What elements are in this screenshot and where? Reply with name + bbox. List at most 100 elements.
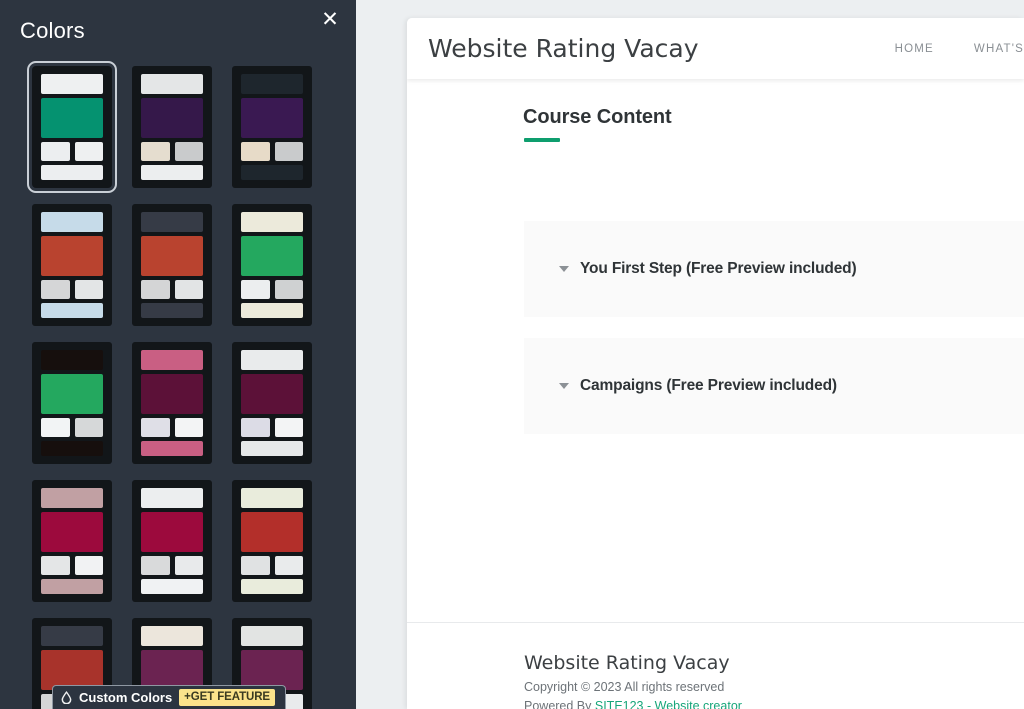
palette-swatch-p12[interactable] <box>232 480 312 602</box>
swatch-footer-band <box>41 303 103 318</box>
footer-brand: Website Rating Vacay <box>524 652 730 674</box>
swatch-hero-band <box>241 512 303 553</box>
course-accordion: You First Step (Free Preview included) Ca… <box>524 221 1024 455</box>
palette-swatch-p3[interactable] <box>232 66 312 188</box>
site123-link[interactable]: SITE123 - Website creator <box>595 699 742 709</box>
palette-cell <box>222 480 322 602</box>
swatch-card-pair <box>41 280 103 300</box>
palette-row <box>0 342 356 464</box>
swatch-hero-band <box>241 374 303 415</box>
caret-down-icon <box>559 383 569 389</box>
site-header: Website Rating Vacay HOME WHAT'S <box>407 18 1024 79</box>
palette-swatch-p11[interactable] <box>132 480 212 602</box>
swatch-header-band <box>141 350 203 371</box>
swatch-card-left <box>241 418 270 438</box>
swatch-card-pair <box>41 556 103 576</box>
swatch-footer-band <box>41 441 103 456</box>
swatch-hero-band <box>41 236 103 277</box>
custom-colors-label: Custom Colors <box>79 690 173 705</box>
swatch-card-pair <box>141 418 203 438</box>
swatch-card-right <box>174 418 203 438</box>
palette-swatch-p6[interactable] <box>232 204 312 326</box>
accordion-label: You First Step (Free Preview included) <box>580 260 857 277</box>
swatch-card-left <box>141 142 170 162</box>
panel-title: Colors <box>20 18 85 43</box>
swatch-card-right <box>74 418 103 438</box>
swatch-card-left <box>41 142 70 162</box>
site-preview: Website Rating Vacay HOME WHAT'S Course C… <box>407 18 1024 709</box>
swatch-hero-band <box>141 98 203 139</box>
app-root: Colors ✕ Custom Colors +GET FEATURE Webs… <box>0 0 1024 709</box>
swatch-card-pair <box>241 418 303 438</box>
swatch-header-band <box>241 350 303 371</box>
palette-row <box>0 480 356 602</box>
swatch-header-band <box>41 212 103 233</box>
swatch-footer-band <box>141 579 203 594</box>
site-body: Course Content You First Step (Free Prev… <box>407 79 1024 622</box>
nav-item-what-s[interactable]: WHAT'S <box>974 43 1024 55</box>
swatch-footer-band <box>141 303 203 318</box>
swatch-card-right <box>174 556 203 576</box>
swatch-hero-band <box>141 512 203 553</box>
palette-swatch-p10[interactable] <box>32 480 112 602</box>
palette-swatch-p7[interactable] <box>32 342 112 464</box>
palette-swatch-p5[interactable] <box>132 204 212 326</box>
swatch-hero-band <box>41 374 103 415</box>
palette-swatch-p1[interactable] <box>27 61 117 193</box>
swatch-card-right <box>74 280 103 300</box>
palette-swatch-p9[interactable] <box>232 342 312 464</box>
swatch-card-pair <box>141 556 203 576</box>
swatch-hero-band <box>41 98 103 139</box>
swatch-header-band <box>241 626 303 647</box>
nav-item-home[interactable]: HOME <box>895 43 934 55</box>
swatch-card-right <box>274 280 303 300</box>
palette-cell <box>22 342 122 464</box>
swatch-card-pair <box>241 280 303 300</box>
swatch-footer-band <box>241 579 303 594</box>
footer-powered-by: Powered By SITE123 - Website creator <box>524 699 742 709</box>
site-footer: Website Rating Vacay Copyright © 2023 Al… <box>407 622 1024 709</box>
swatch-hero-band <box>141 374 203 415</box>
title-underline <box>524 138 560 142</box>
accordion-label: Campaigns (Free Preview included) <box>580 377 837 394</box>
swatch-card-left <box>41 280 70 300</box>
custom-colors-button[interactable]: Custom Colors +GET FEATURE <box>52 685 286 709</box>
palette-cell <box>22 61 122 193</box>
swatch-footer-band <box>241 165 303 180</box>
swatch-header-band <box>141 488 203 509</box>
palette-swatch-p8[interactable] <box>132 342 212 464</box>
swatch-header-band <box>241 212 303 233</box>
accordion-item[interactable]: You First Step (Free Preview included) <box>524 221 1024 317</box>
close-icon[interactable]: ✕ <box>316 6 344 34</box>
accordion-item[interactable]: Campaigns (Free Preview included) <box>524 338 1024 434</box>
swatch-hero-band <box>141 236 203 277</box>
palette-cell <box>122 480 222 602</box>
swatch-header-band <box>41 626 103 647</box>
swatch-card-right <box>274 418 303 438</box>
swatch-card-left <box>141 280 170 300</box>
colors-panel: Colors ✕ Custom Colors +GET FEATURE <box>0 0 356 709</box>
site-nav: HOME WHAT'S <box>895 43 1024 55</box>
swatch-footer-band <box>241 303 303 318</box>
swatch-card-pair <box>241 556 303 576</box>
get-feature-badge: +GET FEATURE <box>179 689 275 706</box>
swatch-header-band <box>41 350 103 371</box>
palette-row <box>0 204 356 326</box>
palette-cell <box>122 66 222 188</box>
swatch-header-band <box>41 74 103 95</box>
swatch-card-left <box>141 556 170 576</box>
palette-swatch-p4[interactable] <box>32 204 112 326</box>
palette-cell <box>22 480 122 602</box>
swatch-header-band <box>141 212 203 233</box>
swatch-header-band <box>241 74 303 95</box>
swatch-card-right <box>74 556 103 576</box>
swatch-header-band <box>141 626 203 647</box>
page-title: Course Content <box>523 106 672 128</box>
swatch-card-left <box>41 556 70 576</box>
swatch-footer-band <box>141 165 203 180</box>
palette-swatch-p2[interactable] <box>132 66 212 188</box>
swatch-card-pair <box>41 142 103 162</box>
swatch-hero-band <box>241 236 303 277</box>
swatch-hero-band <box>241 98 303 139</box>
palette-row <box>0 61 356 193</box>
